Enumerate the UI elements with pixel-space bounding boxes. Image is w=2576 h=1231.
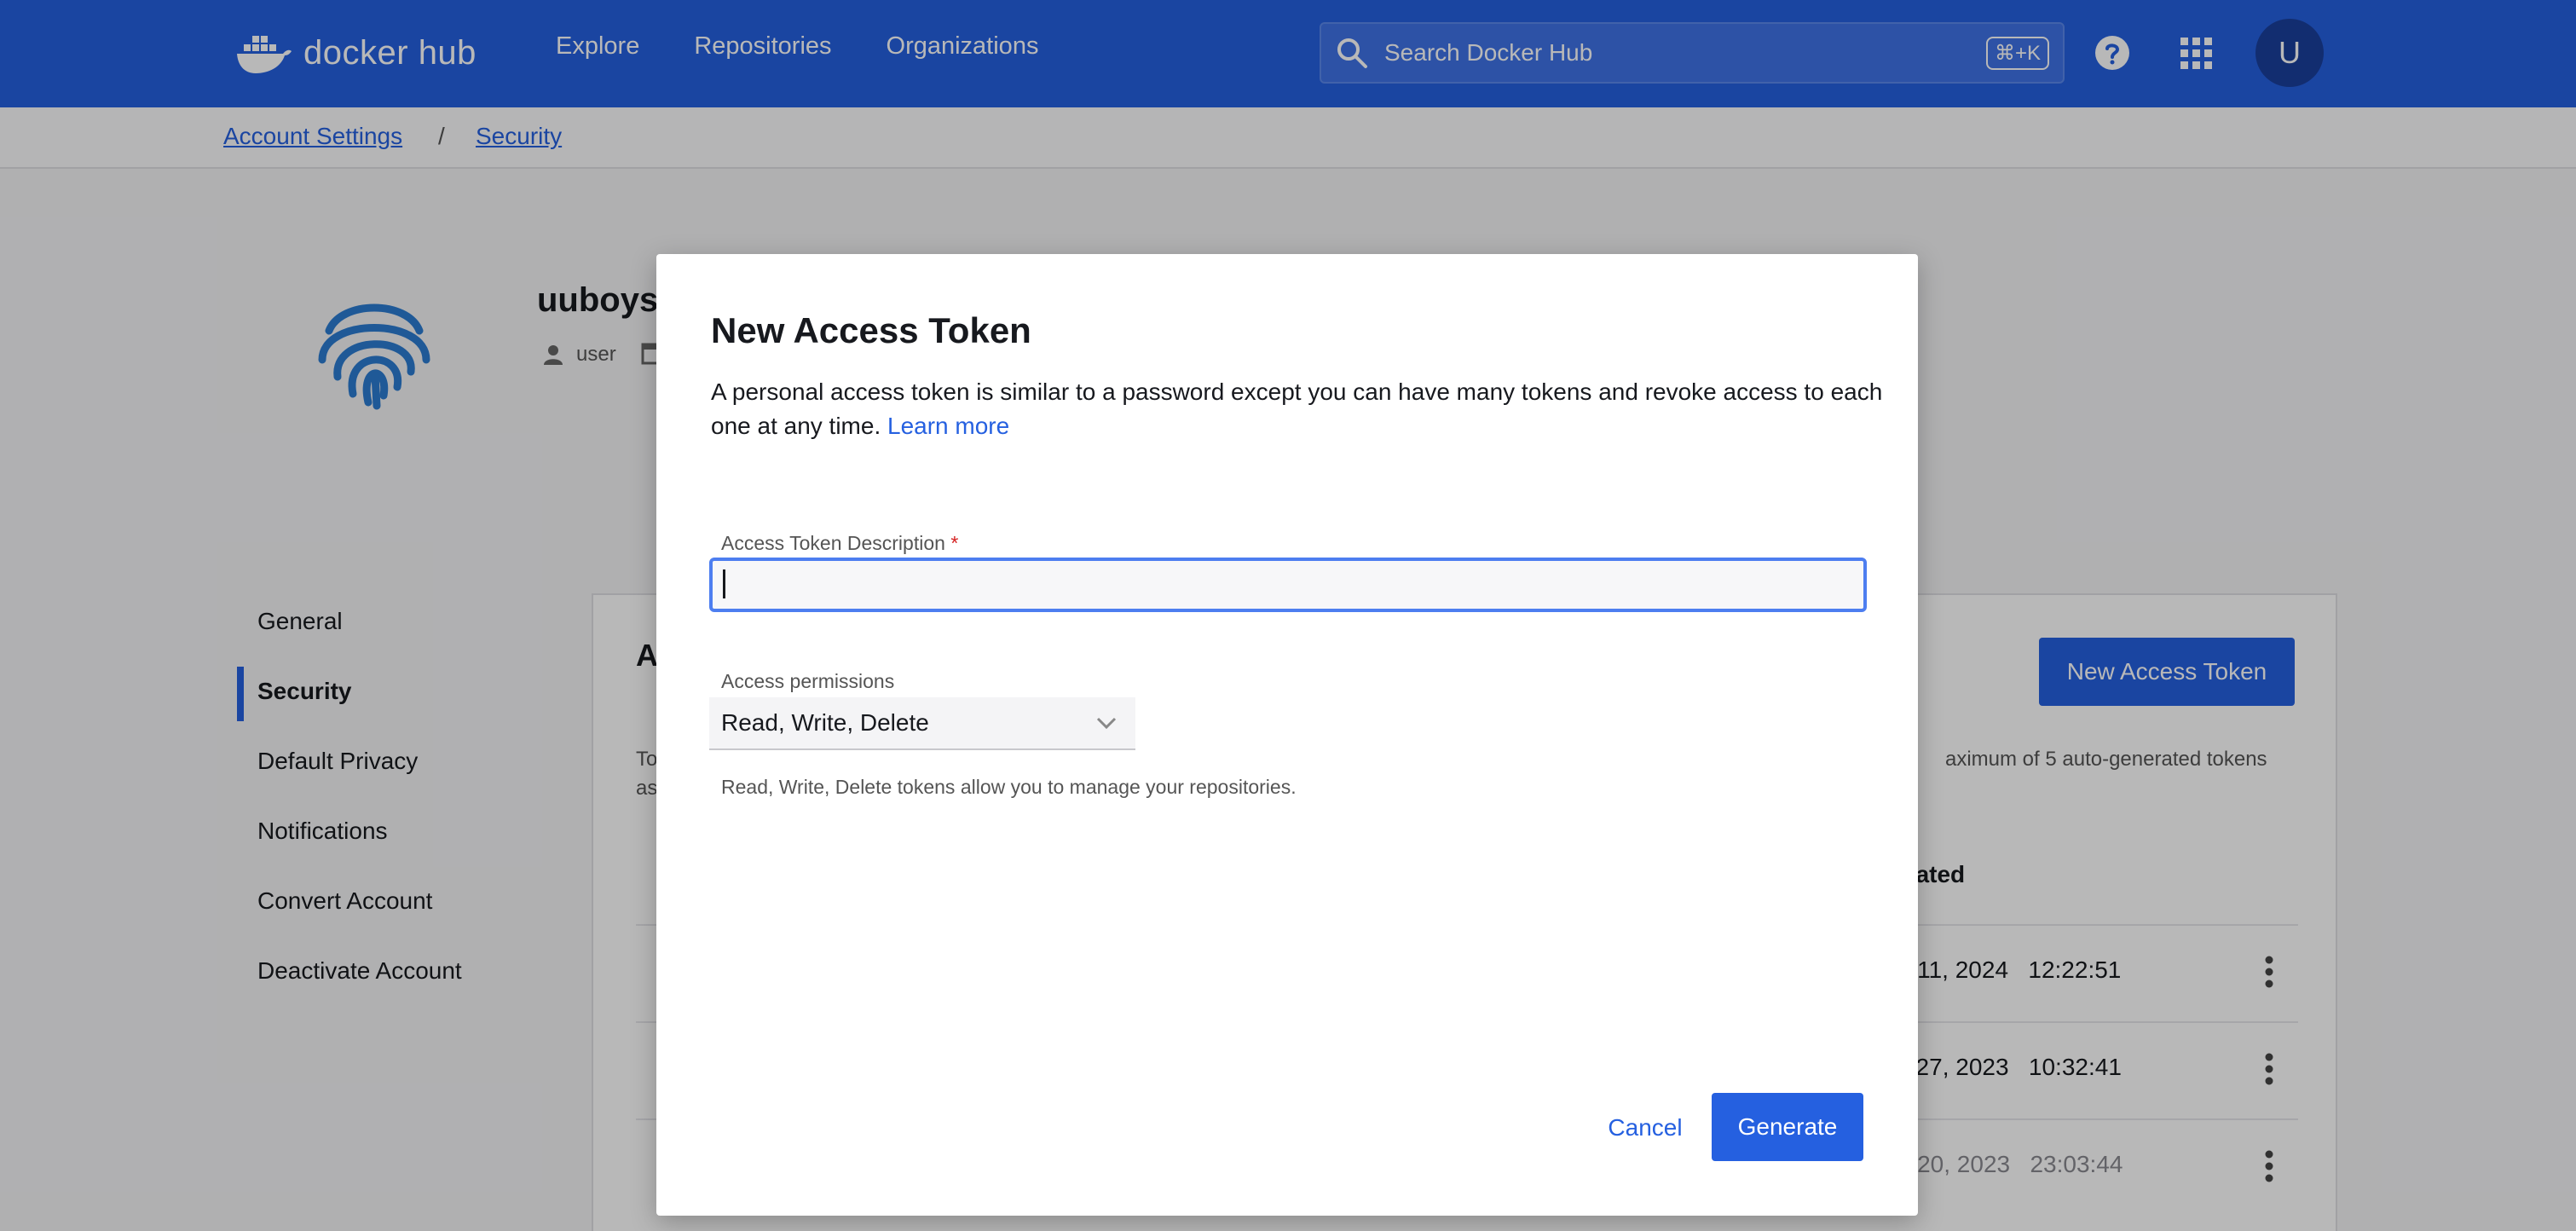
- generate-button[interactable]: Generate: [1712, 1093, 1863, 1161]
- cancel-button[interactable]: Cancel: [1585, 1095, 1705, 1161]
- learn-more-link[interactable]: Learn more: [887, 413, 1009, 439]
- access-permissions-label: Access permissions: [721, 670, 895, 692]
- access-permissions-value: Read, Write, Delete: [721, 709, 929, 736]
- new-access-token-dialog: New Access Token A personal access token…: [656, 254, 1918, 1216]
- token-description-input[interactable]: [709, 558, 1867, 612]
- dialog-title: New Access Token: [711, 310, 1031, 350]
- chevron-down-icon: [1096, 717, 1117, 730]
- text-caret: [723, 569, 725, 598]
- dialog-intro: A personal access token is similar to a …: [711, 375, 1887, 443]
- access-permissions-select[interactable]: Read, Write, Delete: [709, 697, 1135, 750]
- token-description-label: Access Token Description *: [721, 532, 959, 554]
- access-permissions-helper: Read, Write, Delete tokens allow you to …: [721, 776, 1297, 798]
- required-asterisk: *: [950, 532, 959, 554]
